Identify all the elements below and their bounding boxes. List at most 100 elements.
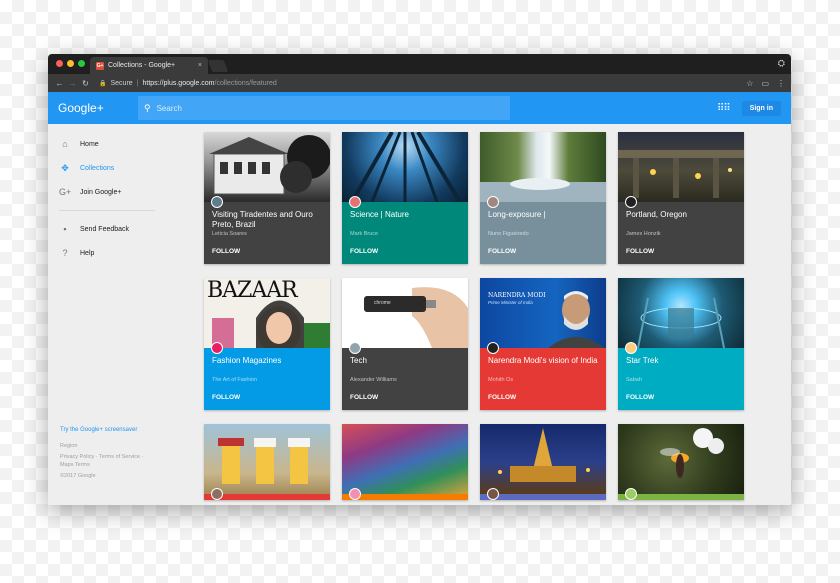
card-title: Science | Nature	[350, 210, 409, 219]
sidebar-item-help[interactable]: ? Help	[48, 241, 166, 265]
gplus-logo[interactable]: Google+	[58, 101, 138, 115]
author-avatar	[211, 342, 223, 354]
sidebar-item-label: Home	[80, 140, 99, 148]
apps-grid-icon[interactable]: ⠿⠿	[717, 103, 731, 114]
card-author: Leticia Soares	[212, 231, 247, 237]
card-author: Mohith Os	[488, 377, 514, 383]
gplus-favicon-icon: G+	[96, 61, 104, 70]
sidebar-item-label: Join Google+	[80, 188, 122, 196]
policy-line-2[interactable]: Maps Terms	[60, 462, 90, 468]
sidebar-item-join[interactable]: G+ Join Google+	[48, 180, 166, 204]
sign-in-button[interactable]: Sign in	[741, 100, 781, 116]
url-path: /collections/featured	[214, 79, 277, 87]
card-image	[342, 424, 468, 494]
forward-icon[interactable]: →	[67, 79, 78, 88]
card-author: James Honzik	[626, 231, 661, 237]
maximize-window-button[interactable]	[78, 60, 85, 67]
url-field[interactable]: 🔒 Secure | https://plus.google.com/colle…	[99, 80, 746, 87]
card-title: Fashion Magazines	[212, 356, 282, 365]
new-tab-button[interactable]	[207, 60, 229, 72]
sidebar-item-label: Collections	[80, 164, 115, 172]
search-placeholder: Search	[156, 103, 182, 113]
collection-card[interactable]: Star Trek Sabah FOLLOW	[618, 278, 744, 410]
search-icon: ⚲	[144, 102, 151, 113]
card-image	[342, 132, 468, 202]
follow-button[interactable]: FOLLOW	[626, 394, 654, 401]
sidebar: ⌂ Home ✥ Collections G+ Join Google+ ▪ S…	[48, 124, 166, 505]
help-icon: ?	[62, 248, 68, 258]
follow-button[interactable]: FOLLOW	[488, 248, 516, 255]
card-title: Visiting Tiradentes and Ouro Preto, Braz…	[212, 210, 313, 229]
follow-button[interactable]: FOLLOW	[212, 248, 240, 255]
url-separator: |	[136, 79, 139, 87]
collection-card[interactable]	[342, 424, 468, 500]
collection-card[interactable]: Science | Nature Mark Bruce FOLLOW	[342, 132, 468, 264]
bookmark-star-icon[interactable]: ☆	[746, 79, 753, 88]
card-author: Sabah	[626, 377, 642, 383]
follow-button[interactable]: FOLLOW	[488, 394, 516, 401]
search-input[interactable]: ⚲ Search	[138, 96, 510, 120]
author-avatar	[487, 342, 499, 354]
card-image	[204, 424, 330, 494]
follow-button[interactable]: FOLLOW	[212, 394, 240, 401]
collection-card[interactable]	[204, 424, 330, 500]
screensaver-link[interactable]: Try the Google+ screensaver	[60, 426, 143, 434]
policy-links[interactable]: Privacy Policy · Terms of Service · Maps…	[60, 453, 143, 469]
sidebar-item-feedback[interactable]: ▪ Send Feedback	[48, 217, 166, 241]
gplus-header: Google+ ⚲ Search ⠿⠿ Sign in	[48, 92, 791, 124]
copyright: ©2017 Google	[60, 473, 96, 479]
back-icon[interactable]: ←	[54, 79, 65, 88]
author-avatar	[211, 488, 223, 500]
tab-close-icon[interactable]: ×	[198, 62, 202, 69]
secure-label: Secure	[110, 79, 133, 87]
follow-button[interactable]: FOLLOW	[350, 394, 378, 401]
collection-card[interactable]: Long-exposure | Nuno Figueiredo FOLLOW	[480, 132, 606, 264]
card-image	[480, 424, 606, 494]
sidebar-item-home[interactable]: ⌂ Home	[48, 132, 166, 156]
minimize-window-button[interactable]	[67, 60, 74, 67]
region-link[interactable]: Region	[60, 442, 143, 450]
menu-dots-icon[interactable]: ⋮	[777, 79, 785, 88]
collection-card[interactable]: BAZAAR Fashion Magazines The Art of Fash…	[204, 278, 330, 410]
title-bar: G+ Collections - Google+ × ⛭	[48, 54, 791, 74]
address-bar: ← → ↻ 🔒 Secure | https://plus.google.com…	[48, 74, 791, 92]
collection-card[interactable]: Portland, Oregon James Honzik FOLLOW	[618, 132, 744, 264]
author-avatar	[487, 488, 499, 500]
home-icon: ⌂	[62, 139, 68, 149]
follow-button[interactable]: FOLLOW	[350, 248, 378, 255]
collection-card[interactable]	[618, 424, 744, 500]
close-window-button[interactable]	[56, 60, 63, 67]
policy-line-1[interactable]: Privacy Policy · Terms of Service ·	[60, 454, 143, 460]
author-avatar	[349, 488, 361, 500]
card-author: Alexander Williams	[350, 377, 397, 383]
author-avatar	[625, 488, 637, 500]
collections-icon: ✥	[61, 162, 69, 173]
author-avatar	[625, 342, 637, 354]
collection-card[interactable]	[480, 424, 606, 500]
cast-icon[interactable]: ▭	[761, 79, 769, 88]
follow-button[interactable]: FOLLOW	[626, 248, 654, 255]
sidebar-divider	[59, 210, 155, 211]
card-image: NARENDRA MODI Prime Minister of India	[480, 278, 606, 348]
browser-tab[interactable]: G+ Collections - Google+ ×	[90, 57, 208, 74]
sidebar-item-collections[interactable]: ✥ Collections	[48, 156, 166, 180]
reload-icon[interactable]: ↻	[80, 79, 91, 88]
author-avatar	[349, 342, 361, 354]
browser-window: G+ Collections - Google+ × ⛭ ← → ↻ 🔒 Sec…	[48, 54, 791, 505]
card-title: Long-exposure |	[488, 210, 546, 219]
card-author: Mark Bruce	[350, 231, 379, 237]
collection-card[interactable]: NARENDRA MODI Prime Minister of India Na…	[480, 278, 606, 410]
lock-icon: 🔒	[99, 80, 107, 87]
gplus-icon: G+	[59, 187, 72, 197]
sidebar-item-label: Send Feedback	[80, 225, 130, 233]
card-title: Narendra Modi's vision of India	[488, 356, 598, 365]
card-image	[618, 278, 744, 348]
collection-card[interactable]: Visiting Tiradentes and Ouro Preto, Braz…	[204, 132, 330, 264]
sidebar-footer: Try the Google+ screensaver Region Priva…	[60, 426, 143, 483]
collection-card[interactable]: chrome Tech Alexander Williams FOLLOW	[342, 278, 468, 410]
incognito-profile-icon[interactable]: ⛭	[778, 58, 785, 69]
author-avatar	[211, 196, 223, 208]
feedback-icon: ▪	[63, 224, 67, 234]
url-host: https://plus.google.com	[142, 79, 215, 87]
card-title: Star Trek	[626, 356, 659, 365]
